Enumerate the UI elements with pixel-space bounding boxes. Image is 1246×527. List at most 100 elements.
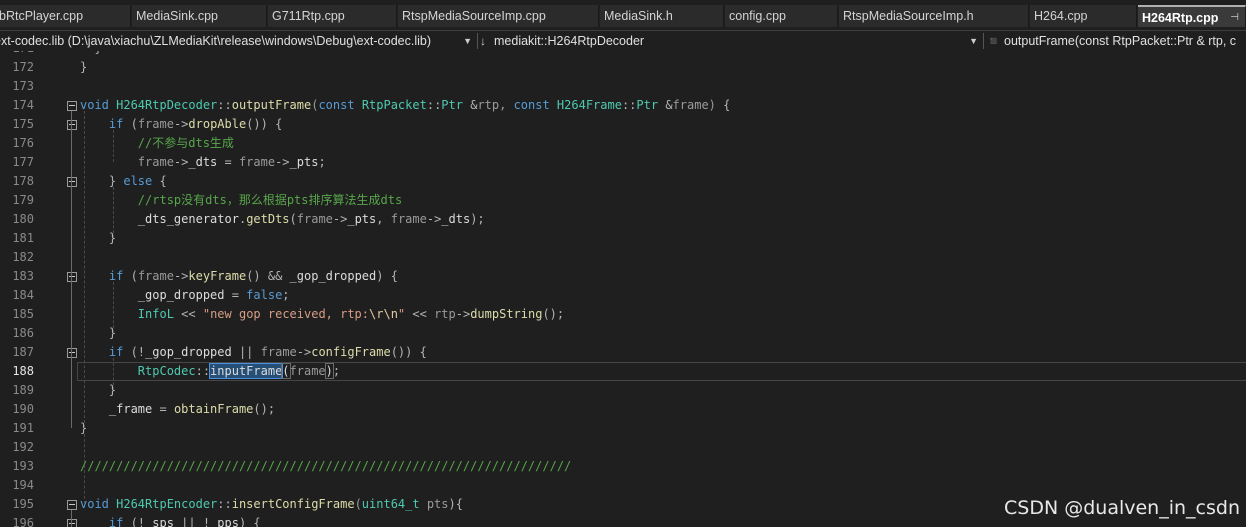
code-token: H264Frame: [556, 98, 622, 112]
tab-config-cpp[interactable]: config.cpp: [725, 5, 838, 27]
tab-g711rtp-cpp[interactable]: G711Rtp.cpp: [268, 5, 397, 27]
code-token: ()) {: [246, 117, 283, 131]
code-text: RtpCodec::inputFrame(frame);: [80, 362, 340, 381]
tab-label: bRtcPlayer.cpp: [0, 9, 84, 23]
code-token: Ptr: [441, 98, 471, 112]
chevron-down-icon[interactable]: ▼: [463, 31, 472, 51]
collapse-icon[interactable]: [67, 177, 77, 187]
code-token: ): [324, 363, 334, 379]
line-number: 174: [12, 98, 34, 112]
collapse-icon[interactable]: [67, 120, 77, 130]
code-token: frame: [137, 269, 174, 283]
code-token: const: [513, 98, 557, 112]
code-token: ->: [296, 345, 312, 359]
tab-label: RtspMediaSourceImp.cpp: [402, 9, 546, 23]
member-dropdown[interactable]: ◾ outputFrame(const RtpPacket::Ptr & rtp,…: [986, 31, 1246, 51]
code-token: ::: [426, 98, 442, 112]
code-token: //不参与dts生成: [80, 136, 234, 150]
line-number: 178: [12, 174, 34, 188]
code-token: else: [123, 174, 160, 188]
line-number: 196: [12, 516, 34, 527]
code-token: frame: [137, 117, 174, 131]
code-token: _gop_dropped: [80, 288, 232, 302]
code-text: void H264RtpDecoder::outputFrame(const R…: [80, 96, 730, 115]
code-editor[interactable]: 171 }172}173174void H264RtpDecoder::outp…: [0, 51, 1246, 527]
code-line: 177 frame->_dts = frame->_pts;: [0, 153, 1246, 172]
code-line: 172}: [0, 58, 1246, 77]
code-token: || !: [181, 516, 211, 527]
code-text: void H264RtpEncoder::insertConfigFrame(u…: [80, 495, 463, 514]
collapse-icon[interactable]: [67, 500, 77, 510]
code-token: );: [470, 212, 485, 226]
code-token: "new gop received, rtp:: [202, 307, 370, 321]
code-token: rtp,: [477, 98, 514, 112]
tab-mediasink-cpp[interactable]: MediaSink.cpp: [132, 5, 267, 27]
tab-h264-cpp[interactable]: H264.cpp: [1030, 5, 1137, 27]
code-token: const: [318, 98, 362, 112]
method-icon: ◾: [986, 34, 1001, 48]
code-token: <<: [181, 307, 203, 321]
line-number: 189: [12, 383, 34, 397]
collapse-icon[interactable]: [67, 519, 77, 527]
code-token: ();: [542, 307, 565, 321]
code-token: pts: [426, 497, 449, 511]
code-token: =: [159, 402, 174, 416]
code-token: H264RtpEncoder: [116, 497, 218, 511]
collapse-icon[interactable]: [67, 348, 77, 358]
code-token: ::: [217, 98, 232, 112]
class-scope-icon: ↓: [480, 34, 486, 48]
code-token: ->: [275, 155, 290, 169]
code-token: }: [80, 60, 88, 74]
code-text: } else {: [80, 172, 167, 191]
tab-h264rtp-cpp[interactable]: H264Rtp.cpp ⊣: [1138, 5, 1246, 27]
code-token: keyFrame: [188, 269, 247, 283]
project-dropdown[interactable]: ext-codec.lib (D:\java\xiachu\ZLMediaKit…: [0, 31, 476, 51]
outline-bar: [71, 510, 72, 527]
code-token: if: [80, 345, 131, 359]
code-line: 192: [0, 438, 1246, 457]
line-number: 195: [12, 497, 34, 511]
code-token: }: [80, 51, 101, 55]
tab-brtcplayer-cpp[interactable]: bRtcPlayer.cpp: [0, 5, 131, 27]
code-token: _frame: [80, 402, 160, 416]
code-token: void: [80, 98, 117, 112]
line-number: 187: [12, 345, 34, 359]
divider: [983, 33, 984, 49]
code-line: 185 InfoL << "new gop received, rtp:\r\n…: [0, 305, 1246, 324]
code-token: insertConfigFrame: [231, 497, 355, 511]
tab-rtspmediasourceimp-h[interactable]: RtspMediaSourceImp.h: [839, 5, 1029, 27]
code-token: (: [354, 497, 362, 511]
code-token: frame: [238, 155, 276, 169]
code-token: (: [130, 117, 138, 131]
tab-mediasink-h[interactable]: MediaSink.h: [600, 5, 724, 27]
code-line: 174 void H264RtpDecoder::outputFrame(cons…: [0, 96, 1246, 115]
code-text: //rtsp没有dts，那么根据pts排序算法生成dts: [80, 191, 402, 210]
code-token: \r\n: [369, 307, 398, 321]
collapse-icon[interactable]: [67, 272, 77, 282]
line-number: 177: [12, 155, 34, 169]
code-line: 188 RtpCodec::inputFrame(frame);: [0, 362, 1246, 381]
code-token: getDts: [246, 212, 290, 226]
code-token: _pts: [289, 155, 319, 169]
code-token: ();: [253, 402, 276, 416]
tab-label: G711Rtp.cpp: [272, 9, 345, 23]
code-token: _dts: [188, 155, 225, 169]
tab-rtspmediasourceimp-cpp[interactable]: RtspMediaSourceImp.cpp: [398, 5, 599, 27]
code-token: ::: [195, 364, 211, 378]
code-token: Ptr: [636, 98, 666, 112]
code-text: InfoL << "new gop received, rtp:\r\n" <<…: [80, 305, 564, 324]
chevron-down-icon[interactable]: ▼: [969, 31, 978, 51]
indent-guide: [84, 111, 85, 428]
code-token: }: [80, 174, 124, 188]
code-token: =: [224, 155, 239, 169]
code-token: ()) {: [390, 345, 427, 359]
code-token: ->: [426, 212, 442, 226]
code-token: <<: [412, 307, 435, 321]
scope-dropdown[interactable]: ↓ mediakit::H264RtpDecoder ▼: [480, 31, 982, 51]
pin-icon[interactable]: ⊣: [1230, 7, 1239, 27]
code-token: if: [80, 117, 131, 131]
code-token: _gop_dropped: [289, 269, 377, 283]
collapse-icon[interactable]: [67, 101, 77, 111]
code-token: RtpPacket: [361, 98, 427, 112]
code-token: () &&: [246, 269, 290, 283]
